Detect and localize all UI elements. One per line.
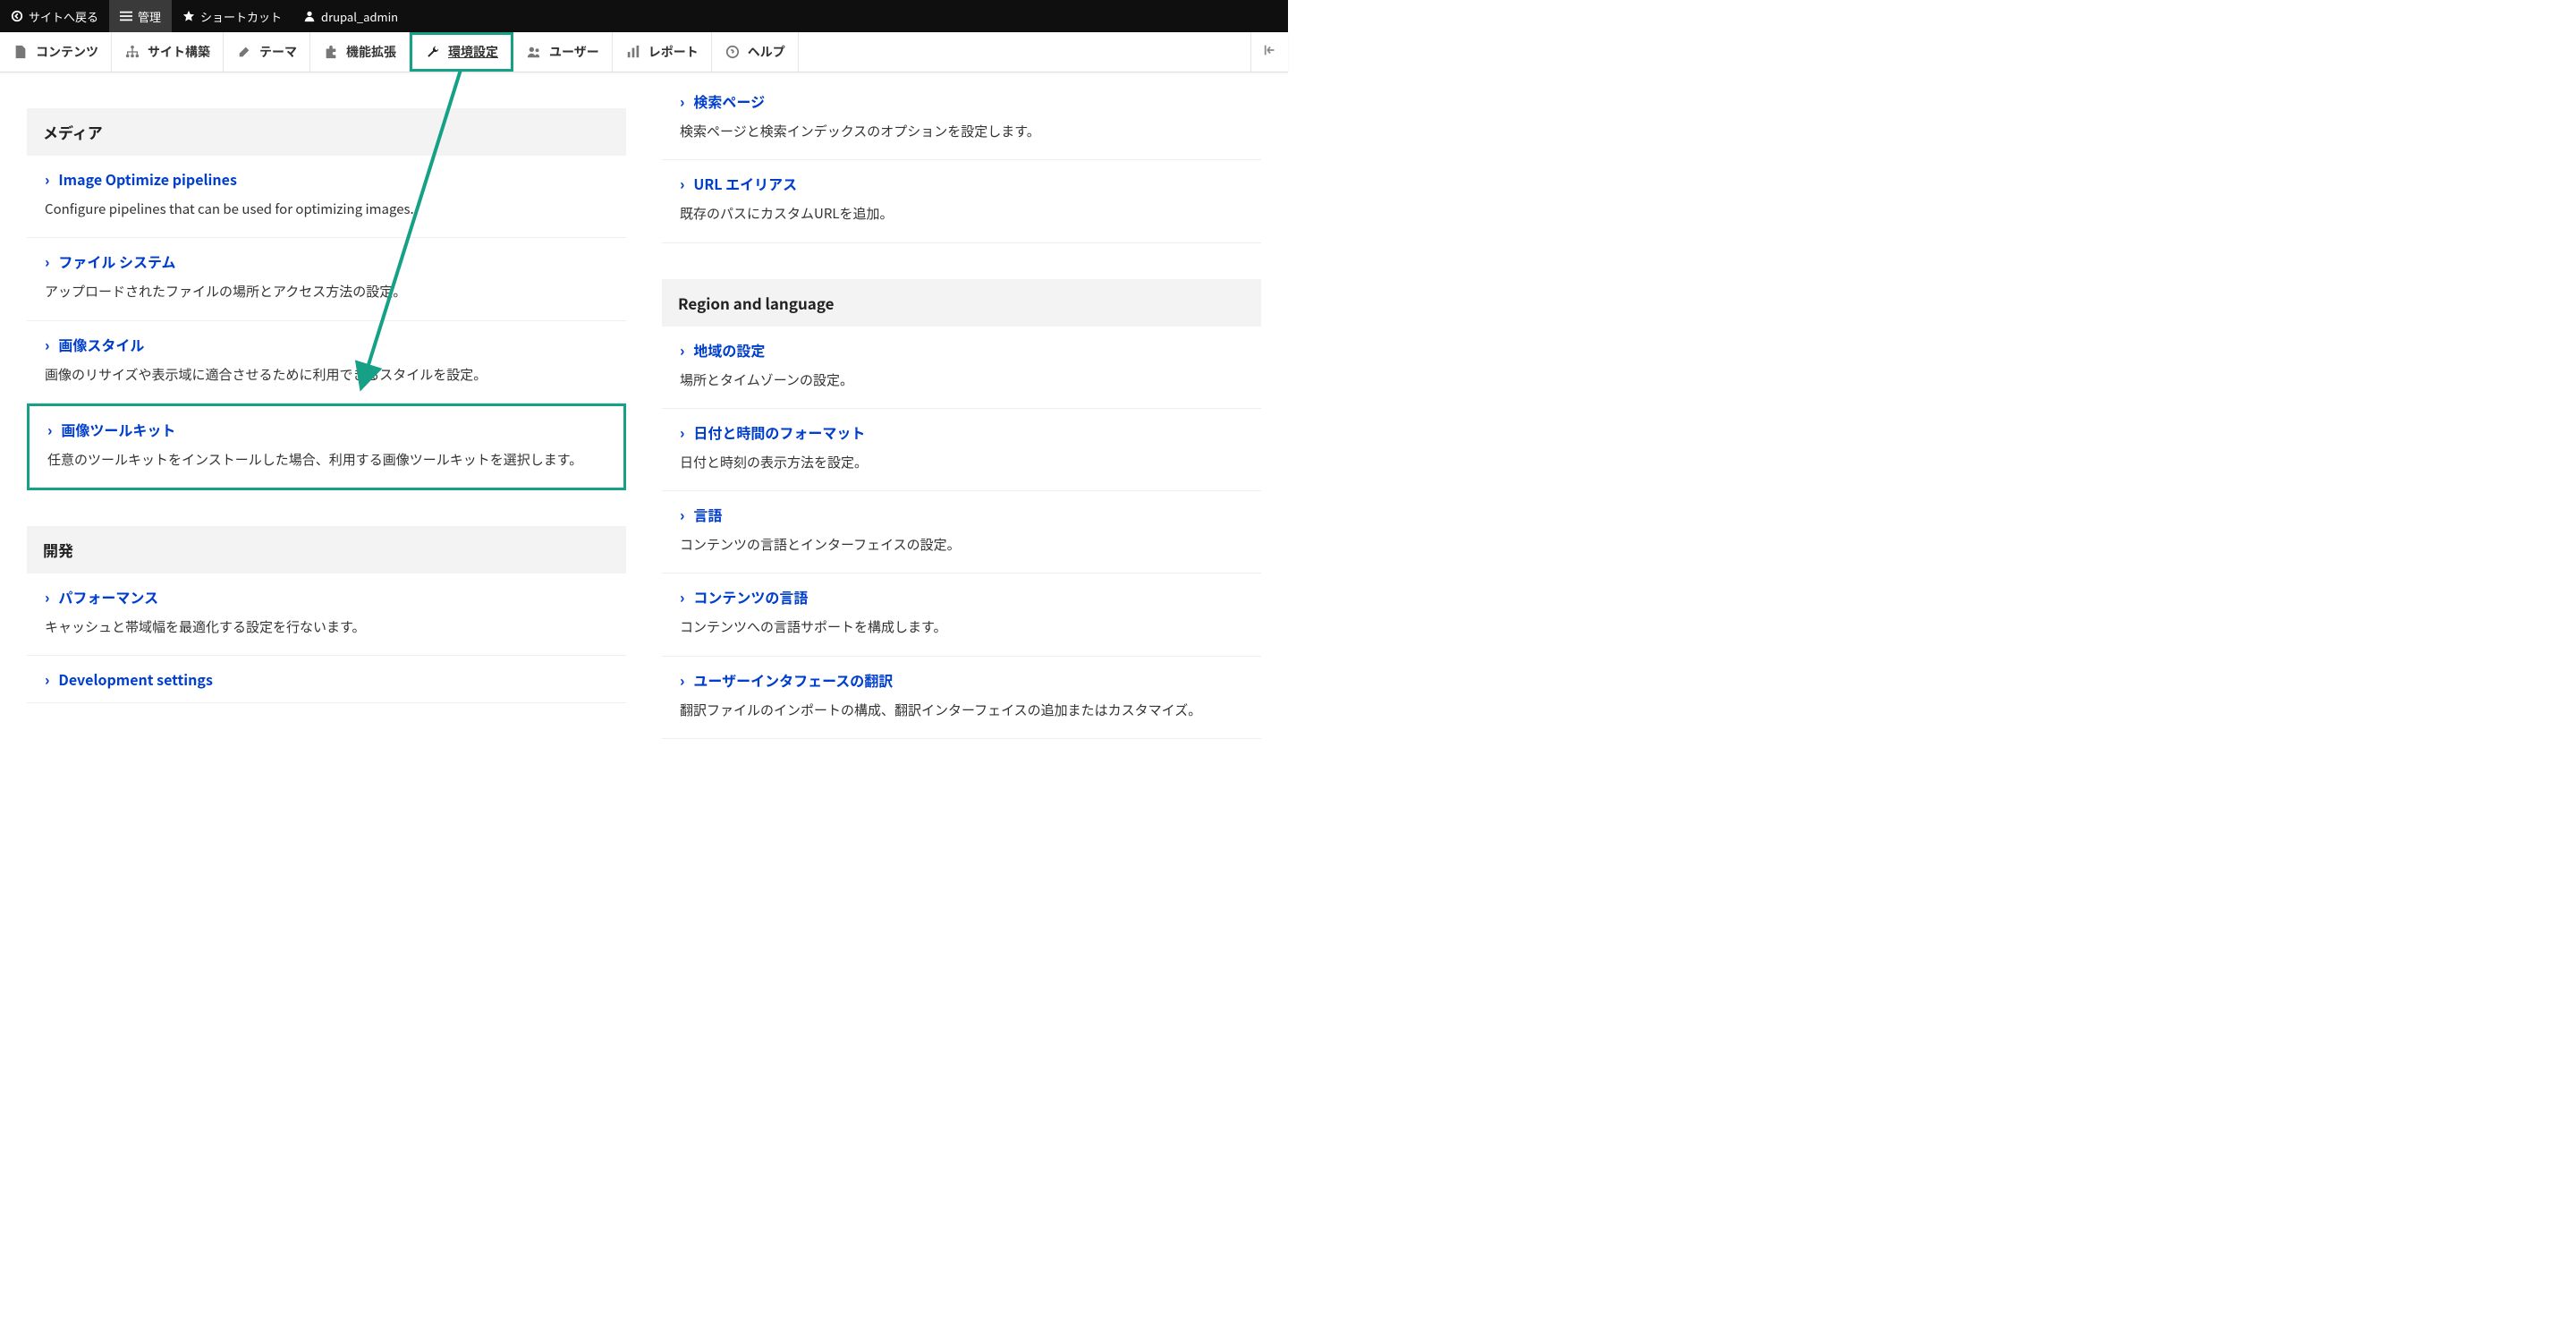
hamburger-icon: [120, 10, 132, 22]
chevron-right-icon: ›: [680, 504, 684, 525]
toolbar-content-label: コンテンツ: [36, 43, 98, 61]
manage-label: 管理: [138, 8, 161, 25]
config-content-language: › コンテンツの言語 コンテンツへの言語サポートを構成します。: [662, 573, 1261, 656]
config-url-aliases-desc: 既存のパスにカスタムURLを追加。: [680, 203, 1243, 224]
config-file-system-desc: アップロードされたファイルの場所とアクセス方法の設定。: [45, 281, 608, 302]
toolbar-structure[interactable]: サイト構築: [112, 32, 224, 72]
admin-toolbar: コンテンツ サイト構築 テーマ 機能拡張 環境設定 ユーザー レポート: [0, 32, 1288, 72]
config-image-toolkit-link[interactable]: 画像ツールキット: [61, 419, 175, 440]
user-icon: [303, 10, 316, 22]
config-datetime: › 日付と時間のフォーマット 日付と時刻の表示方法を設定。: [662, 409, 1261, 491]
config-language-desc: コンテンツの言語とインターフェイスの設定。: [680, 534, 1243, 555]
config-search-pages-desc: 検索ページと検索インデックスのオプションを設定します。: [680, 121, 1243, 141]
document-icon: [13, 44, 29, 60]
toolbar-configuration[interactable]: 環境設定: [410, 32, 513, 72]
toolbar-configuration-label: 環境設定: [448, 43, 498, 61]
chevron-right-icon: ›: [680, 339, 684, 361]
chevron-right-icon: ›: [45, 668, 49, 690]
config-ui-translation-link[interactable]: ユーザーインタフェースの翻訳: [693, 669, 893, 691]
config-file-system-link[interactable]: ファイル システム: [58, 251, 175, 272]
config-language: › 言語 コンテンツの言語とインターフェイスの設定。: [662, 491, 1261, 573]
config-performance-link[interactable]: パフォーマンス: [58, 586, 158, 607]
toolbar-content[interactable]: コンテンツ: [0, 32, 112, 72]
toolbar-appearance[interactable]: テーマ: [224, 32, 310, 72]
toolbar-help-label: ヘルプ: [748, 43, 785, 61]
wrench-icon: [425, 44, 441, 60]
user-name: drupal_admin: [321, 8, 398, 25]
config-image-toolkit: › 画像ツールキット 任意のツールキットをインストールした場合、利用する画像ツー…: [27, 403, 626, 490]
paint-icon: [236, 44, 252, 60]
shortcuts-label: ショートカット: [200, 8, 282, 25]
toolbar-reports[interactable]: レポート: [613, 32, 712, 72]
chevron-right-icon: ›: [680, 669, 684, 691]
config-image-styles-link[interactable]: 画像スタイル: [58, 334, 144, 355]
people-icon: [526, 44, 542, 60]
star-icon: [182, 10, 195, 22]
config-content-language-desc: コンテンツへの言語サポートを構成します。: [680, 616, 1243, 637]
shortcuts-link[interactable]: ショートカット: [172, 0, 292, 32]
config-regional-desc: 場所とタイムゾーンの設定。: [680, 369, 1243, 390]
config-image-optimize-desc: Configure pipelines that can be used for…: [45, 199, 608, 219]
config-search-pages: › 検索ページ 検索ページと検索インデックスのオプションを設定します。: [662, 78, 1261, 160]
config-regional-link[interactable]: 地域の設定: [693, 339, 765, 361]
config-col-right: › 検索ページ 検索ページと検索インデックスのオプションを設定します。 › UR…: [662, 72, 1261, 739]
toolbar-appearance-label: テーマ: [259, 43, 297, 61]
back-arrow-icon: [11, 10, 23, 22]
config-content-language-link[interactable]: コンテンツの言語: [693, 586, 808, 607]
collapse-left-icon: [1263, 43, 1277, 62]
config-file-system: › ファイル システム アップロードされたファイルの場所とアクセス方法の設定。: [27, 238, 626, 320]
chevron-right-icon: ›: [680, 173, 684, 194]
chevron-right-icon: ›: [47, 419, 52, 440]
config-image-toolkit-desc: 任意のツールキットをインストールした場合、利用する画像ツールキットを選択します。: [47, 449, 606, 470]
chevron-right-icon: ›: [680, 421, 684, 443]
user-menu[interactable]: drupal_admin: [292, 0, 409, 32]
toolbar-people-label: ユーザー: [549, 43, 599, 61]
back-to-site-label: サイトへ戻る: [29, 8, 98, 25]
toolbar-extend-label: 機能拡張: [346, 43, 396, 61]
section-media: メディア: [27, 108, 626, 156]
chevron-right-icon: ›: [680, 90, 684, 112]
config-image-styles: › 画像スタイル 画像のリサイズや表示域に適合させるために利用できるスタイルを設…: [27, 321, 626, 403]
config-image-styles-desc: 画像のリサイズや表示域に適合させるために利用できるスタイルを設定。: [45, 364, 608, 385]
config-datetime-link[interactable]: 日付と時間のフォーマット: [693, 421, 865, 443]
config-page: メディア › Image Optimize pipelines Configur…: [0, 72, 1288, 739]
config-image-optimize: › Image Optimize pipelines Configure pip…: [27, 156, 626, 238]
chart-bar-icon: [625, 44, 641, 60]
chevron-right-icon: ›: [45, 251, 49, 272]
config-performance-desc: キャッシュと帯域幅を最適化する設定を行ないます。: [45, 616, 608, 637]
config-ui-translation-desc: 翻訳ファイルのインポートの構成、翻訳インターフェイスの追加またはカスタマイズ。: [680, 700, 1243, 720]
chevron-right-icon: ›: [45, 334, 49, 355]
config-url-aliases: › URL エイリアス 既存のパスにカスタムURLを追加。: [662, 160, 1261, 242]
puzzle-icon: [323, 44, 339, 60]
help-icon: [724, 44, 741, 60]
config-performance: › パフォーマンス キャッシュと帯域幅を最適化する設定を行ないます。: [27, 573, 626, 656]
config-url-aliases-link[interactable]: URL エイリアス: [693, 173, 797, 194]
config-image-optimize-link[interactable]: Image Optimize pipelines: [58, 168, 236, 190]
chevron-right-icon: ›: [45, 586, 49, 607]
toolbar-structure-label: サイト構築: [148, 43, 210, 61]
chevron-right-icon: ›: [45, 168, 49, 190]
config-development-settings-link[interactable]: Development settings: [58, 668, 212, 690]
config-ui-translation: › ユーザーインタフェースの翻訳 翻訳ファイルのインポートの構成、翻訳インターフ…: [662, 657, 1261, 739]
config-language-link[interactable]: 言語: [693, 504, 722, 525]
config-search-pages-link[interactable]: 検索ページ: [693, 90, 765, 112]
toolbar-extend[interactable]: 機能拡張: [310, 32, 410, 72]
config-col-left: メディア › Image Optimize pipelines Configur…: [27, 72, 626, 739]
toolbar-people[interactable]: ユーザー: [513, 32, 613, 72]
config-development-settings: › Development settings: [27, 656, 626, 703]
chevron-right-icon: ›: [680, 586, 684, 607]
toolbar-help[interactable]: ヘルプ: [712, 32, 799, 72]
config-datetime-desc: 日付と時刻の表示方法を設定。: [680, 452, 1243, 472]
admin-topbar: サイトへ戻る 管理 ショートカット drupal_admin: [0, 0, 1288, 32]
section-region-language: Region and language: [662, 279, 1261, 327]
section-development: 開発: [27, 526, 626, 573]
manage-toggle[interactable]: 管理: [109, 0, 172, 32]
structure-icon: [124, 44, 140, 60]
config-regional: › 地域の設定 場所とタイムゾーンの設定。: [662, 327, 1261, 409]
back-to-site-link[interactable]: サイトへ戻る: [0, 0, 109, 32]
toolbar-orientation-toggle[interactable]: [1250, 32, 1288, 72]
toolbar-reports-label: レポート: [648, 43, 699, 61]
